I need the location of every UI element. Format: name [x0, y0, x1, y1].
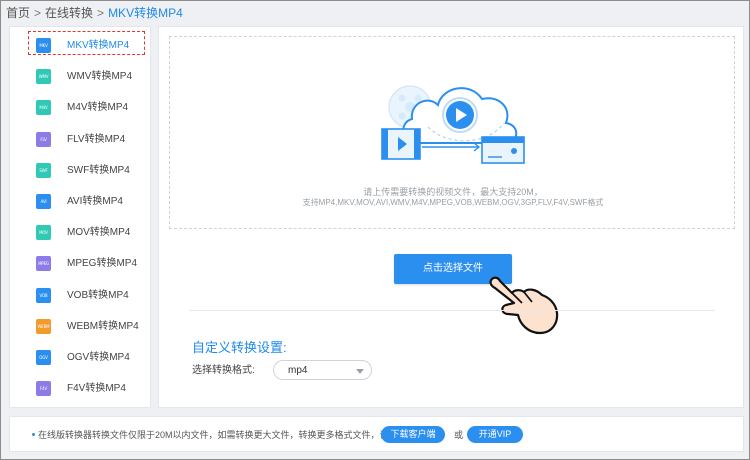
upload-hint-formats: 支持MP4,MKV,MOV,AVI,WMV,M4V,MPEG,VOB,WEBM,…: [302, 198, 604, 207]
notice-message: 在线版转换器转换文件仅限于20M以内文件，如需转换更大文件，转换更多格式文件，请: [38, 430, 389, 440]
file-format-icon: OGV: [36, 350, 51, 365]
sidebar-item-label: WMV转换MP4: [67, 71, 132, 83]
format-label: 选择转换格式:: [192, 365, 255, 376]
format-select-value: mp4: [288, 365, 308, 376]
sidebar-item-label: MPEG转换MP4: [67, 258, 138, 270]
file-format-icon: SWF: [36, 162, 51, 178]
sidebar-item[interactable]: MKV MKV转换MP4: [10, 30, 152, 61]
sidebar-item-label: M4V转换MP4: [67, 102, 129, 114]
sidebar-item-label: VOB转换MP4: [67, 289, 129, 301]
breadcrumb-online-convert[interactable]: 在线转换: [45, 6, 93, 20]
sidebar-item[interactable]: SWF SWF转换MP4: [10, 155, 152, 186]
settings-title: 自定义转换设置:: [192, 340, 287, 355]
format-sidebar: MKV MKV转换MP4 WMV WMV转换MP4 M4V M4V转换MP4 FLV FLV转…: [9, 26, 151, 408]
sidebar-item[interactable]: MPEG MPEG转换MP4: [10, 248, 152, 279]
file-format-icon: F4V: [36, 381, 51, 397]
sidebar-item-label: MOV转换MP4: [67, 227, 131, 239]
breadcrumb-separator: >: [97, 6, 105, 20]
breadcrumb-separator: >: [34, 6, 42, 20]
breadcrumb-home[interactable]: 首页: [6, 6, 30, 20]
limit-notice: 在线版转换器转换文件仅限于20M以内文件，如需转换更大文件，转换更多格式文件，请…: [9, 416, 744, 452]
sidebar-item[interactable]: VOB VOB转换MP4: [10, 280, 152, 311]
breadcrumb: 首页 > 在线转换 > MKV转换MP4: [6, 4, 183, 22]
file-format-icon: WMV: [36, 69, 51, 85]
cloud-video-upload-icon: [381, 85, 525, 164]
file-format-icon: AVI: [36, 194, 51, 209]
chevron-down-icon: [356, 369, 364, 374]
bullet-icon: [32, 433, 35, 436]
sidebar-item-label: AVI转换MP4: [67, 196, 123, 207]
sidebar-item-label: WEBM转换MP4: [67, 320, 139, 332]
sidebar-item[interactable]: OGV OGV转换MP4: [10, 342, 152, 373]
file-format-icon: FLV: [36, 131, 51, 147]
open-vip-button[interactable]: 开通VIP: [467, 426, 523, 443]
file-format-icon: MPEG: [36, 256, 51, 272]
sidebar-item-label: SWF转换MP4: [67, 164, 130, 176]
format-select[interactable]: mp4: [273, 360, 372, 380]
sidebar-item[interactable]: WEBM WEBM转换MP4: [10, 311, 152, 342]
sidebar-item[interactable]: WMV WMV转换MP4: [10, 61, 152, 92]
sidebar-item[interactable]: AVI AVI转换MP4: [10, 186, 152, 217]
main-panel: 请上传需要转换的视频文件，最大支持20M， 支持MP4,MKV,MOV,AVI,…: [158, 26, 744, 408]
notice-or: 或: [454, 430, 464, 440]
sidebar-item[interactable]: MOV MOV转换MP4: [10, 217, 152, 248]
file-format-icon: MKV: [36, 38, 51, 53]
sidebar-item-label: MKV转换MP4: [67, 40, 130, 51]
pointing-hand-icon: [489, 276, 559, 335]
sidebar-item[interactable]: F4V F4V转换MP4: [10, 373, 152, 404]
sidebar-item[interactable]: FLV FLV转换MP4: [10, 124, 152, 155]
breadcrumb-current: MKV转换MP4: [108, 6, 183, 20]
sidebar-item-label: FLV转换MP4: [67, 133, 126, 145]
section-divider: [189, 310, 715, 311]
sidebar-item[interactable]: M4V M4V转换MP4: [10, 92, 152, 123]
file-format-icon: WEBM: [36, 318, 51, 334]
sidebar-item-label: F4V转换MP4: [67, 383, 126, 395]
upload-drop-zone[interactable]: 请上传需要转换的视频文件，最大支持20M， 支持MP4,MKV,MOV,AVI,…: [169, 36, 735, 229]
download-client-button[interactable]: 下载客户端: [381, 426, 445, 443]
file-format-icon: MOV: [36, 225, 51, 241]
file-format-icon: M4V: [36, 100, 51, 116]
file-format-icon: VOB: [36, 287, 51, 303]
sidebar-item-label: OGV转换MP4: [67, 352, 130, 363]
